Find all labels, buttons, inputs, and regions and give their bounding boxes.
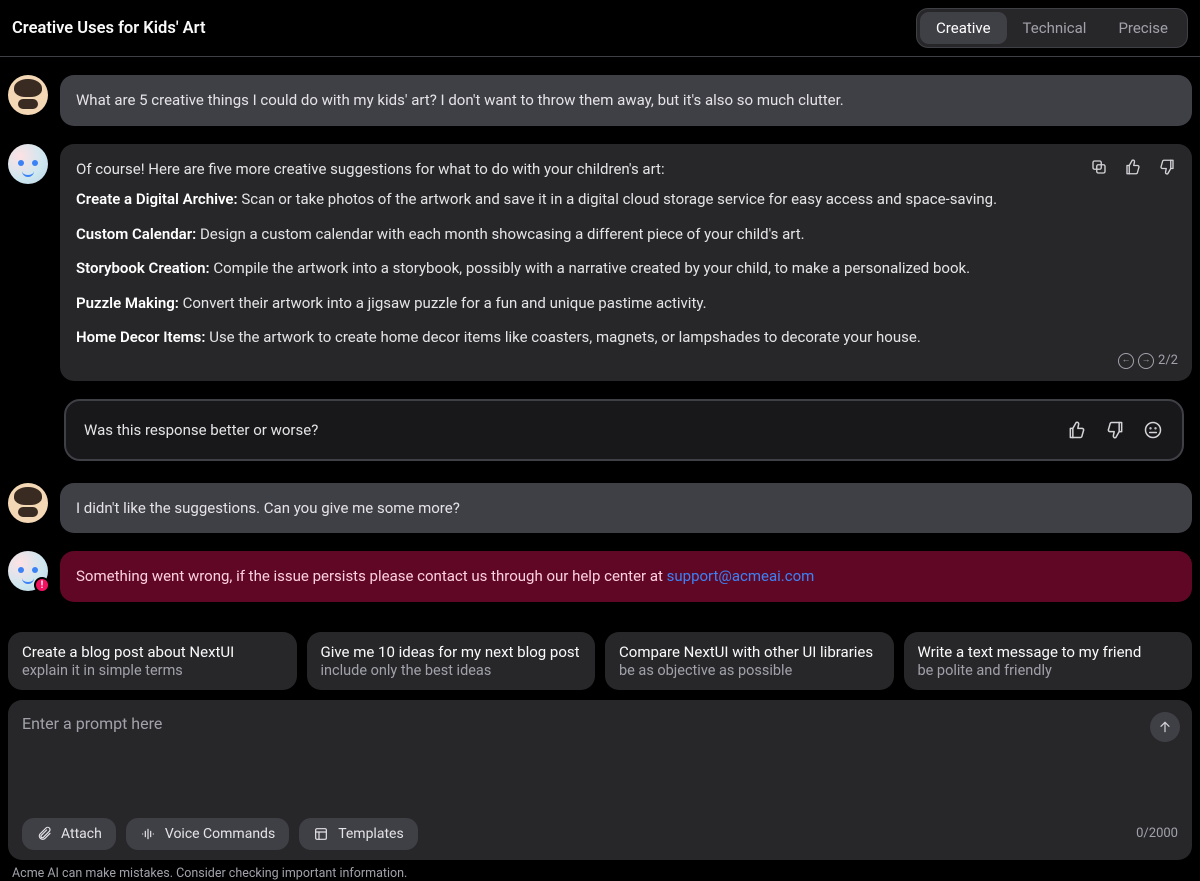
thumbs-down-icon[interactable]: [1156, 156, 1178, 178]
mode-tabs: Creative Technical Precise: [916, 8, 1188, 48]
feedback-question: Was this response better or worse?: [84, 421, 318, 439]
page-title: Creative Uses for Kids' Art: [12, 19, 206, 38]
response-pager: ← → 2/2: [1118, 351, 1178, 371]
paperclip-icon: [36, 826, 52, 842]
suggestion-card[interactable]: Compare NextUI with other UI libraries b…: [605, 632, 894, 690]
user-text: I didn't like the suggestions. Can you g…: [76, 499, 460, 517]
same-icon[interactable]: [1142, 419, 1164, 441]
list-item: Storybook Creation: Compile the artwork …: [76, 257, 1072, 280]
templates-icon: [313, 826, 329, 842]
attach-button[interactable]: Attach: [22, 818, 116, 850]
tab-technical[interactable]: Technical: [1007, 12, 1103, 44]
tab-precise[interactable]: Precise: [1102, 12, 1184, 44]
send-button[interactable]: [1150, 712, 1180, 742]
error-badge-icon: !: [34, 577, 50, 593]
soundwave-icon: [140, 826, 156, 842]
feedback-card: Was this response better or worse?: [64, 399, 1184, 461]
avatar-user: [8, 483, 48, 523]
suggestion-card[interactable]: Give me 10 ideas for my next blog post i…: [307, 632, 596, 690]
support-link[interactable]: support@acmeai.com: [667, 567, 815, 585]
suggestion-card[interactable]: Create a blog post about NextUI explain …: [8, 632, 297, 690]
message-error: ! Something went wrong, if the issue per…: [8, 551, 1192, 602]
chat-area: What are 5 creative things I could do wi…: [0, 57, 1200, 620]
pager-prev-icon[interactable]: ←: [1118, 353, 1134, 369]
voice-button[interactable]: Voice Commands: [126, 818, 289, 850]
suggestion-title: Create a blog post about NextUI: [22, 643, 283, 661]
arrow-up-icon: [1157, 719, 1173, 735]
error-bubble: Something went wrong, if the issue persi…: [60, 551, 1192, 602]
avatar-bot: [8, 144, 48, 184]
user-bubble: What are 5 creative things I could do wi…: [60, 75, 1192, 126]
assistant-actions: [1088, 156, 1178, 178]
suggestion-title: Give me 10 ideas for my next blog post: [321, 643, 582, 661]
composer: Attach Voice Commands Templates 0/2000: [8, 700, 1192, 860]
prompt-input[interactable]: [22, 714, 1178, 804]
assistant-intro: Of course! Here are five more creative s…: [76, 158, 1072, 181]
assistant-bubble: Of course! Here are five more creative s…: [60, 144, 1192, 381]
suggestion-title: Compare NextUI with other UI libraries: [619, 643, 880, 661]
thumbs-up-icon[interactable]: [1066, 419, 1088, 441]
list-item: Create a Digital Archive: Scan or take p…: [76, 188, 1072, 211]
message-user-1: What are 5 creative things I could do wi…: [8, 75, 1192, 126]
suggestion-sub: be as objective as possible: [619, 662, 880, 679]
tab-creative[interactable]: Creative: [920, 12, 1007, 44]
copy-icon[interactable]: [1088, 156, 1110, 178]
header: Creative Uses for Kids' Art Creative Tec…: [0, 0, 1200, 57]
avatar-user: [8, 75, 48, 115]
user-text: What are 5 creative things I could do wi…: [76, 91, 844, 109]
error-text: Something went wrong, if the issue persi…: [76, 567, 667, 585]
message-user-2: I didn't like the suggestions. Can you g…: [8, 483, 1192, 534]
suggestion-sub: explain it in simple terms: [22, 662, 283, 679]
suggestion-title: Write a text message to my friend: [918, 643, 1179, 661]
suggestion-sub: be polite and friendly: [918, 662, 1179, 679]
suggestion-row: Create a blog post about NextUI explain …: [0, 632, 1200, 690]
pager-next-icon[interactable]: →: [1138, 353, 1154, 369]
list-item: Home Decor Items: Use the artwork to cre…: [76, 326, 1072, 349]
thumbs-down-icon[interactable]: [1104, 419, 1126, 441]
char-counter: 0/2000: [1136, 826, 1178, 841]
message-assistant: Of course! Here are five more creative s…: [8, 144, 1192, 381]
user-bubble: I didn't like the suggestions. Can you g…: [60, 483, 1192, 534]
list-item: Puzzle Making: Convert their artwork int…: [76, 292, 1072, 315]
thumbs-up-icon[interactable]: [1122, 156, 1144, 178]
templates-button[interactable]: Templates: [299, 818, 418, 850]
list-item: Custom Calendar: Design a custom calenda…: [76, 223, 1072, 246]
pager-count: 2/2: [1158, 351, 1178, 371]
disclaimer: Acme AI can make mistakes. Consider chec…: [0, 860, 1200, 881]
suggestion-card[interactable]: Write a text message to my friend be pol…: [904, 632, 1193, 690]
suggestion-sub: include only the best ideas: [321, 662, 582, 679]
